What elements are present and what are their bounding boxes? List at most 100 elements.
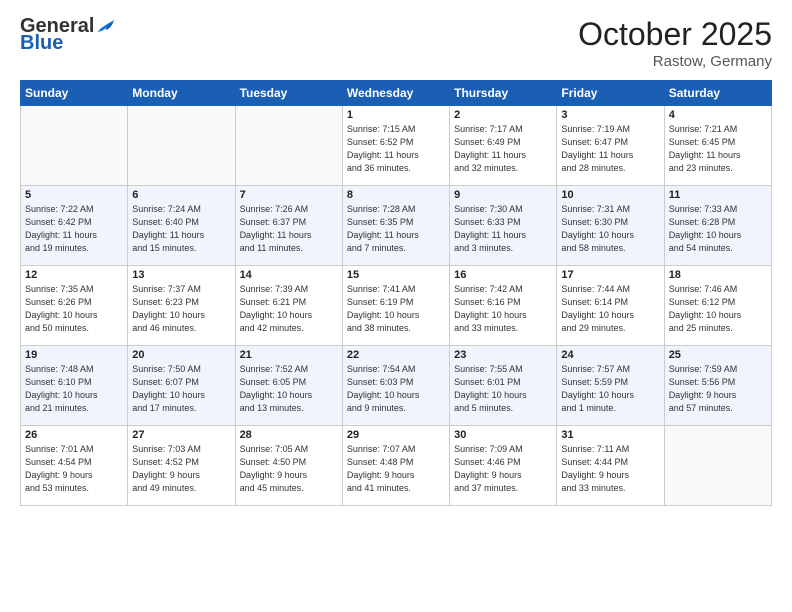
calendar-day: 3 Sunrise: 7:19 AM Sunset: 6:47 PM Daylig…	[557, 106, 664, 186]
header: General Blue October 2025 Rastow, German…	[20, 16, 772, 70]
day-info: Sunrise: 7:59 AM Sunset: 5:56 PM Dayligh…	[669, 363, 767, 415]
day-info: Sunrise: 7:39 AM Sunset: 6:21 PM Dayligh…	[240, 283, 338, 335]
calendar-day: 7 Sunrise: 7:26 AM Sunset: 6:37 PM Daylig…	[235, 186, 342, 266]
day-number: 6	[132, 189, 230, 201]
calendar-day: 28 Sunrise: 7:05 AM Sunset: 4:50 PM Dayli…	[235, 426, 342, 506]
day-info: Sunrise: 7:42 AM Sunset: 6:16 PM Dayligh…	[454, 283, 552, 335]
calendar-day: 19 Sunrise: 7:48 AM Sunset: 6:10 PM Dayli…	[21, 346, 128, 426]
day-number: 17	[561, 269, 659, 281]
day-number: 4	[669, 109, 767, 121]
day-info: Sunrise: 7:31 AM Sunset: 6:30 PM Dayligh…	[561, 203, 659, 255]
day-info: Sunrise: 7:28 AM Sunset: 6:35 PM Dayligh…	[347, 203, 445, 255]
day-number: 13	[132, 269, 230, 281]
day-info: Sunrise: 7:33 AM Sunset: 6:28 PM Dayligh…	[669, 203, 767, 255]
calendar-week-row: 26Sunrise: 7:01 AM Sunset: 4:54 PM Dayli…	[21, 426, 772, 506]
calendar-week-row: 1 Sunrise: 7:15 AM Sunset: 6:52 PM Daylig…	[21, 106, 772, 186]
calendar-day: 31Sunrise: 7:11 AM Sunset: 4:44 PM Dayli…	[557, 426, 664, 506]
day-number: 18	[669, 269, 767, 281]
day-info: Sunrise: 7:05 AM Sunset: 4:50 PM Dayligh…	[240, 443, 338, 495]
col-wednesday: Wednesday	[342, 81, 449, 106]
day-info: Sunrise: 7:35 AM Sunset: 6:26 PM Dayligh…	[25, 283, 123, 335]
day-number: 27	[132, 429, 230, 441]
day-number: 5	[25, 189, 123, 201]
day-number: 10	[561, 189, 659, 201]
calendar-day: 12 Sunrise: 7:35 AM Sunset: 6:26 PM Dayli…	[21, 266, 128, 346]
empty-cell	[235, 106, 342, 186]
calendar-day: 14Sunrise: 7:39 AM Sunset: 6:21 PM Dayli…	[235, 266, 342, 346]
day-info: Sunrise: 7:17 AM Sunset: 6:49 PM Dayligh…	[454, 123, 552, 175]
col-friday: Friday	[557, 81, 664, 106]
day-number: 12	[25, 269, 123, 281]
col-sunday: Sunday	[21, 81, 128, 106]
calendar-day: 20 Sunrise: 7:50 AM Sunset: 6:07 PM Dayli…	[128, 346, 235, 426]
calendar-day: 26Sunrise: 7:01 AM Sunset: 4:54 PM Dayli…	[21, 426, 128, 506]
calendar-day: 27 Sunrise: 7:03 AM Sunset: 4:52 PM Dayli…	[128, 426, 235, 506]
calendar-week-row: 5 Sunrise: 7:22 AM Sunset: 6:42 PM Daylig…	[21, 186, 772, 266]
calendar-day: 13 Sunrise: 7:37 AM Sunset: 6:23 PM Dayli…	[128, 266, 235, 346]
day-number: 26	[25, 429, 123, 441]
day-info: Sunrise: 7:37 AM Sunset: 6:23 PM Dayligh…	[132, 283, 230, 335]
day-number: 19	[25, 349, 123, 361]
day-info: Sunrise: 7:50 AM Sunset: 6:07 PM Dayligh…	[132, 363, 230, 415]
day-number: 11	[669, 189, 767, 201]
calendar-day: 30Sunrise: 7:09 AM Sunset: 4:46 PM Dayli…	[450, 426, 557, 506]
day-number: 22	[347, 349, 445, 361]
calendar-day: 18 Sunrise: 7:46 AM Sunset: 6:12 PM Dayli…	[664, 266, 771, 346]
day-info: Sunrise: 7:24 AM Sunset: 6:40 PM Dayligh…	[132, 203, 230, 255]
col-thursday: Thursday	[450, 81, 557, 106]
day-info: Sunrise: 7:11 AM Sunset: 4:44 PM Dayligh…	[561, 443, 659, 495]
day-number: 8	[347, 189, 445, 201]
day-info: Sunrise: 7:57 AM Sunset: 5:59 PM Dayligh…	[561, 363, 659, 415]
calendar-day: 5 Sunrise: 7:22 AM Sunset: 6:42 PM Daylig…	[21, 186, 128, 266]
calendar-day: 29Sunrise: 7:07 AM Sunset: 4:48 PM Dayli…	[342, 426, 449, 506]
day-number: 2	[454, 109, 552, 121]
calendar-header-row: Sunday Monday Tuesday Wednesday Thursday…	[21, 81, 772, 106]
day-info: Sunrise: 7:07 AM Sunset: 4:48 PM Dayligh…	[347, 443, 445, 495]
logo: General Blue	[20, 16, 114, 55]
calendar-day: 2 Sunrise: 7:17 AM Sunset: 6:49 PM Daylig…	[450, 106, 557, 186]
calendar-day: 6 Sunrise: 7:24 AM Sunset: 6:40 PM Daylig…	[128, 186, 235, 266]
day-number: 28	[240, 429, 338, 441]
day-number: 30	[454, 429, 552, 441]
title-block: October 2025 Rastow, Germany	[578, 16, 772, 70]
page: General Blue October 2025 Rastow, German…	[0, 0, 792, 612]
empty-cell	[21, 106, 128, 186]
day-number: 1	[347, 109, 445, 121]
calendar-day: 23 Sunrise: 7:55 AM Sunset: 6:01 PM Dayli…	[450, 346, 557, 426]
empty-cell	[664, 426, 771, 506]
day-info: Sunrise: 7:48 AM Sunset: 6:10 PM Dayligh…	[25, 363, 123, 415]
empty-cell	[128, 106, 235, 186]
month-title: October 2025	[578, 16, 772, 53]
day-number: 3	[561, 109, 659, 121]
calendar-day: 11 Sunrise: 7:33 AM Sunset: 6:28 PM Dayli…	[664, 186, 771, 266]
logo-blue-text: Blue	[20, 32, 63, 55]
day-number: 15	[347, 269, 445, 281]
col-saturday: Saturday	[664, 81, 771, 106]
calendar-day: 24Sunrise: 7:57 AM Sunset: 5:59 PM Dayli…	[557, 346, 664, 426]
calendar-day: 16Sunrise: 7:42 AM Sunset: 6:16 PM Dayli…	[450, 266, 557, 346]
calendar-day: 15 Sunrise: 7:41 AM Sunset: 6:19 PM Dayli…	[342, 266, 449, 346]
day-number: 7	[240, 189, 338, 201]
day-info: Sunrise: 7:26 AM Sunset: 6:37 PM Dayligh…	[240, 203, 338, 255]
calendar-day: 22 Sunrise: 7:54 AM Sunset: 6:03 PM Dayli…	[342, 346, 449, 426]
day-info: Sunrise: 7:44 AM Sunset: 6:14 PM Dayligh…	[561, 283, 659, 335]
col-tuesday: Tuesday	[235, 81, 342, 106]
calendar-table: Sunday Monday Tuesday Wednesday Thursday…	[20, 80, 772, 506]
day-info: Sunrise: 7:41 AM Sunset: 6:19 PM Dayligh…	[347, 283, 445, 335]
calendar-day: 8 Sunrise: 7:28 AM Sunset: 6:35 PM Daylig…	[342, 186, 449, 266]
calendar-day: 25Sunrise: 7:59 AM Sunset: 5:56 PM Dayli…	[664, 346, 771, 426]
day-info: Sunrise: 7:55 AM Sunset: 6:01 PM Dayligh…	[454, 363, 552, 415]
day-info: Sunrise: 7:03 AM Sunset: 4:52 PM Dayligh…	[132, 443, 230, 495]
day-info: Sunrise: 7:46 AM Sunset: 6:12 PM Dayligh…	[669, 283, 767, 335]
col-monday: Monday	[128, 81, 235, 106]
logo-bird-icon	[96, 18, 114, 34]
calendar-week-row: 12 Sunrise: 7:35 AM Sunset: 6:26 PM Dayli…	[21, 266, 772, 346]
day-info: Sunrise: 7:15 AM Sunset: 6:52 PM Dayligh…	[347, 123, 445, 175]
day-info: Sunrise: 7:54 AM Sunset: 6:03 PM Dayligh…	[347, 363, 445, 415]
day-info: Sunrise: 7:22 AM Sunset: 6:42 PM Dayligh…	[25, 203, 123, 255]
day-number: 20	[132, 349, 230, 361]
calendar-day: 1 Sunrise: 7:15 AM Sunset: 6:52 PM Daylig…	[342, 106, 449, 186]
day-number: 23	[454, 349, 552, 361]
calendar-day: 4Sunrise: 7:21 AM Sunset: 6:45 PM Daylig…	[664, 106, 771, 186]
day-info: Sunrise: 7:19 AM Sunset: 6:47 PM Dayligh…	[561, 123, 659, 175]
